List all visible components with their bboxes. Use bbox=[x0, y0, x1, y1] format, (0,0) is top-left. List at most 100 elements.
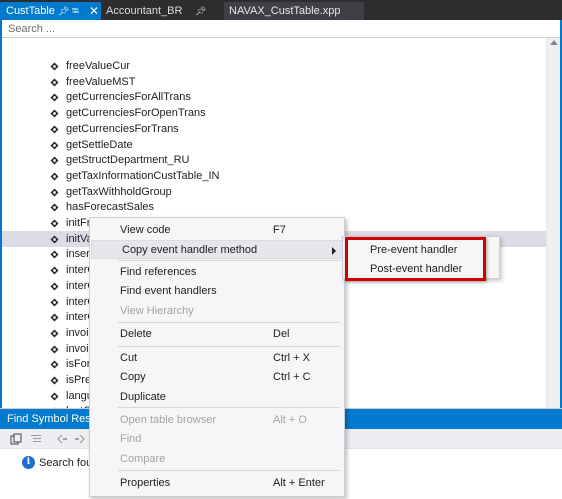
method-icon bbox=[50, 235, 59, 244]
menu-item-label: Compare bbox=[120, 453, 166, 465]
menu-item-find: Find bbox=[90, 430, 344, 449]
method-icon bbox=[50, 203, 59, 212]
vertical-scrollbar[interactable] bbox=[546, 38, 560, 408]
menu-item-label: View Hierarchy bbox=[120, 305, 194, 317]
tree-item-label: invoi bbox=[66, 342, 89, 355]
method-icon bbox=[50, 298, 59, 306]
menu-separator bbox=[118, 322, 340, 323]
tab-custtable[interactable]: CustTable 📌︎ ⭾ ✕ bbox=[0, 2, 101, 20]
menu-item-label: Find event handlers bbox=[120, 285, 217, 297]
context-menu: View code F7 Copy event handler method Find… bbox=[89, 217, 345, 497]
tree-item[interactable]: getCurrenciesForAllTrans bbox=[2, 89, 547, 105]
chevron-right-icon bbox=[332, 247, 336, 255]
tree-item[interactable]: getCurrenciesForTrans bbox=[2, 121, 547, 137]
next-result-icon[interactable] bbox=[74, 433, 86, 445]
method-icon bbox=[50, 141, 59, 149]
list-view-icon[interactable] bbox=[30, 433, 42, 445]
menu-item-view-code[interactable]: View code F7 bbox=[90, 221, 344, 240]
previous-result-icon[interactable] bbox=[56, 433, 68, 445]
method-icon bbox=[50, 266, 59, 275]
method-icon bbox=[50, 250, 59, 259]
tree-item[interactable]: getCurrenciesForOpenTrans bbox=[2, 105, 547, 121]
menu-item-label: View code bbox=[120, 224, 171, 236]
copy-icon[interactable] bbox=[10, 433, 22, 445]
tab-label: CustTable bbox=[6, 5, 55, 17]
menu-item-label: Find references bbox=[120, 266, 197, 278]
menu-item-label: Cut bbox=[120, 352, 138, 364]
tree-item[interactable]: getStructDepartment_RU bbox=[2, 152, 547, 168]
menu-item-shortcut: F7 bbox=[273, 224, 286, 236]
menu-item-open-table-browser: Open table browser Alt + O bbox=[90, 411, 344, 430]
menu-item-copy[interactable]: Copy Ctrl + C bbox=[90, 368, 344, 387]
tree-item[interactable]: freeValueMST bbox=[2, 74, 547, 90]
method-icon bbox=[50, 219, 59, 228]
method-icon bbox=[50, 78, 59, 87]
menu-item-find-references[interactable]: Find references bbox=[90, 263, 344, 282]
method-icon bbox=[50, 313, 59, 322]
menu-item-label: Find bbox=[120, 433, 142, 445]
method-icon bbox=[50, 62, 59, 71]
menu-item-label: Copy event handler method bbox=[122, 244, 258, 256]
tree-item[interactable]: getTaxInformationCustTable_IN bbox=[2, 168, 547, 184]
menu-item-copy-event-handler-method[interactable]: Copy event handler method bbox=[91, 240, 343, 259]
tree-item-label: hasForecastSales bbox=[66, 201, 155, 214]
tab-navax-custtable-xpp[interactable]: NAVAX_CustTable.xpp bbox=[224, 2, 364, 20]
method-icon bbox=[50, 93, 59, 102]
preview-pin-icon[interactable]: ⭾ bbox=[72, 2, 79, 20]
menu-item-label: Properties bbox=[120, 477, 171, 489]
menu-item-shortcut: Alt + Enter bbox=[273, 477, 325, 489]
tree-item-label: getCurrenciesForAllTrans bbox=[66, 91, 191, 104]
method-icon bbox=[50, 125, 59, 134]
search-input[interactable]: Search ... bbox=[2, 20, 560, 38]
menu-item-cut[interactable]: Cut Ctrl + X bbox=[90, 349, 344, 368]
menu-item-duplicate[interactable]: Duplicate bbox=[90, 388, 344, 407]
menu-item-shortcut: Ctrl + X bbox=[273, 352, 310, 364]
menu-item-shortcut: Ctrl + C bbox=[273, 371, 311, 383]
menu-item-label: Copy bbox=[120, 371, 146, 383]
menu-item-label: Duplicate bbox=[120, 391, 166, 403]
method-icon bbox=[50, 345, 59, 354]
scroll-up-icon[interactable] bbox=[550, 40, 558, 45]
tree-item-label: getCurrenciesForTrans bbox=[66, 122, 179, 135]
tree-item-label: getTaxWithholdGroup bbox=[66, 185, 172, 198]
menu-item-find-event-handlers[interactable]: Find event handlers bbox=[90, 282, 344, 301]
tab-accountant-br[interactable]: Accountant_BR 📌︎ bbox=[101, 2, 211, 20]
method-icon bbox=[50, 329, 59, 338]
tree-item[interactable]: getTaxWithholdGroup bbox=[2, 184, 547, 200]
tree-item-label: getSettleDate bbox=[66, 138, 133, 151]
menu-item-shortcut: Del bbox=[273, 328, 290, 340]
close-icon[interactable]: ✕ bbox=[89, 2, 99, 20]
tab-label: Accountant_BR bbox=[106, 5, 183, 17]
menu-item-compare: Compare bbox=[90, 450, 344, 469]
menu-separator bbox=[118, 260, 340, 261]
menu-separator bbox=[118, 407, 340, 408]
info-icon: i bbox=[22, 456, 35, 469]
tree-item-label: getTaxInformationCustTable_IN bbox=[66, 169, 220, 182]
menu-item-label: Delete bbox=[120, 328, 152, 340]
tree-item-label: getStructDepartment_RU bbox=[66, 154, 190, 167]
search-result-text: Search fou bbox=[39, 457, 93, 469]
method-icon bbox=[50, 188, 59, 197]
menu-item-label: Open table browser bbox=[120, 414, 216, 426]
tree-item-label: getCurrenciesForOpenTrans bbox=[66, 107, 206, 120]
tab-label: NAVAX_CustTable.xpp bbox=[229, 5, 341, 17]
tree-item[interactable]: freeValueCur bbox=[2, 58, 547, 74]
tree-item[interactable]: hasForecastSales bbox=[2, 199, 547, 215]
method-icon bbox=[50, 172, 59, 181]
method-icon bbox=[50, 156, 59, 165]
menu-item-delete[interactable]: Delete Del bbox=[90, 325, 344, 344]
menu-item-properties[interactable]: Properties Alt + Enter bbox=[90, 474, 344, 493]
pin-icon[interactable]: 📌︎ bbox=[58, 2, 69, 20]
method-icon bbox=[50, 376, 59, 385]
document-tab-strip: CustTable 📌︎ ⭾ ✕ Accountant_BR 📌︎ NAVAX_… bbox=[0, 0, 562, 20]
method-icon bbox=[50, 392, 59, 401]
tree-item-label: freeValueCur bbox=[66, 60, 130, 72]
menu-item-shortcut: Alt + O bbox=[273, 414, 307, 426]
method-icon bbox=[50, 360, 59, 369]
annotation-highlight-box bbox=[345, 237, 486, 281]
tree-item[interactable]: getSettleDate bbox=[2, 137, 547, 153]
menu-separator bbox=[118, 470, 340, 471]
method-icon bbox=[50, 282, 59, 291]
menu-separator bbox=[118, 346, 340, 347]
pin-icon[interactable]: 📌︎ bbox=[195, 2, 206, 20]
